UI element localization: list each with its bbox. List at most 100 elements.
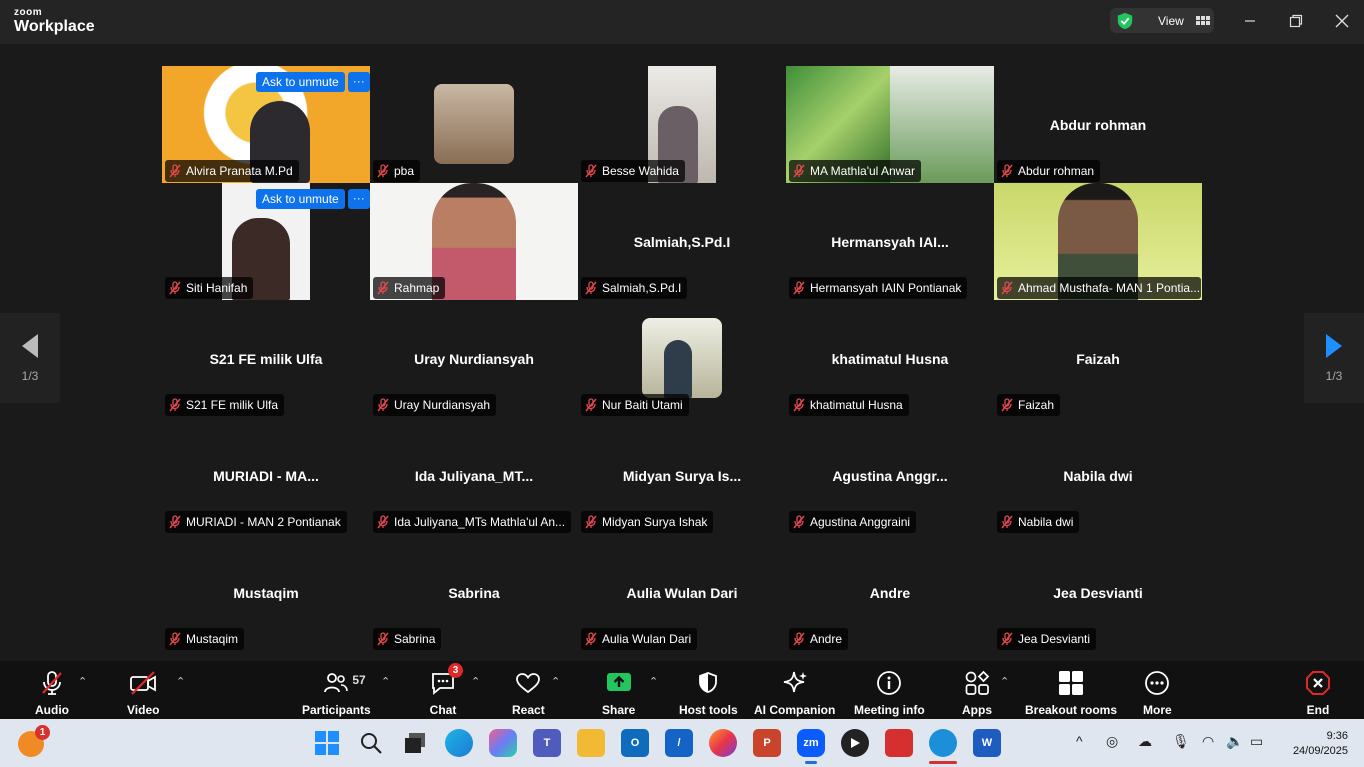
participant-tile[interactable]: Siti Hanifah Ask to unmute ··· [162, 183, 370, 300]
browser-app-icon[interactable] [929, 729, 957, 757]
participant-tile[interactable]: Alvira Pranata M.Pd Ask to unmute ··· [162, 66, 370, 183]
meeting-info-button[interactable]: Meeting info [854, 669, 925, 717]
participant-name: Nabila dwi [1018, 515, 1074, 529]
apps-button[interactable]: Apps [962, 669, 992, 717]
participant-tile[interactable]: Salmiah,S.Pd.I Salmiah,S.Pd.I [578, 183, 786, 300]
view-button[interactable]: View [1110, 8, 1214, 33]
participant-name: Siti Hanifah [186, 281, 248, 295]
participant-tile[interactable]: Rahmap [370, 183, 578, 300]
more-button[interactable]: More [1143, 669, 1172, 717]
video-button[interactable]: Video [127, 669, 159, 717]
video-label: Video [127, 703, 160, 717]
show-hidden-icons-chevron-icon[interactable]: ^ [1076, 733, 1083, 749]
participant-tile[interactable]: Nur Baiti Utami [578, 300, 786, 417]
cloud-icon[interactable]: ☁ [1138, 733, 1152, 750]
microphone-icon[interactable]: 🎙 [1172, 733, 1190, 750]
muted-mic-icon [793, 164, 805, 178]
participant-tile[interactable]: Sabrina Sabrina [370, 534, 578, 651]
volume-icon[interactable]: 🔈 [1226, 733, 1243, 750]
close-icon[interactable] [1331, 10, 1353, 32]
zoom-taskbar-icon[interactable]: zm [797, 729, 825, 757]
file-explorer-icon[interactable] [577, 729, 605, 757]
participant-tile[interactable]: Uray Nurdiansyah Uray Nurdiansyah [370, 300, 578, 417]
participant-tile[interactable]: MA Mathla'ul Anwar [786, 66, 994, 183]
participant-name: Besse Wahida [602, 164, 679, 178]
participant-name-tag: Nur Baiti Utami [581, 394, 689, 416]
participant-tile[interactable]: Ahmad Musthafa- MAN 1 Pontia... [994, 183, 1202, 300]
title-bar: zoom Workplace View [0, 0, 1364, 44]
widgets-icon[interactable]: 1 [18, 725, 50, 757]
participant-tile[interactable]: Jea Desvianti Jea Desvianti [994, 534, 1202, 651]
chat-button[interactable]: 3 Chat [429, 663, 463, 717]
start-menu-icon[interactable] [313, 729, 341, 757]
breakout-rooms-button[interactable]: Breakout rooms [1025, 669, 1117, 717]
host-tools-button[interactable]: Host tools [679, 669, 738, 717]
participant-name: Salmiah,S.Pd.I [602, 281, 682, 295]
battery-icon[interactable]: ▭ [1250, 733, 1263, 750]
participant-tile[interactable]: S21 FE milik Ulfa S21 FE milik Ulfa [162, 300, 370, 417]
breakout-rooms-icon [1059, 671, 1084, 695]
participant-display-name: Nabila dwi [1063, 467, 1133, 484]
participant-tile[interactable]: Mustaqim Mustaqim [162, 534, 370, 651]
search-icon[interactable] [357, 729, 385, 757]
participant-display-name: Abdur rohman [1049, 116, 1147, 133]
arrow-right-icon [1326, 334, 1342, 358]
participants-button[interactable]: 57 Participants [302, 669, 371, 717]
share-options-chevron-icon[interactable]: ⌃ [649, 675, 658, 688]
participant-name: pba [394, 164, 415, 178]
participant-tile[interactable]: Hermansyah IAI... Hermansyah IAIN Pontian… [786, 183, 994, 300]
app-icon[interactable]: / [665, 729, 693, 757]
audio-button[interactable]: Audio [35, 669, 69, 717]
video-options-chevron-icon[interactable]: ⌃ [176, 675, 185, 688]
recorder-icon[interactable] [885, 729, 913, 757]
ask-to-unmute-button[interactable]: Ask to unmute [256, 72, 345, 92]
end-meeting-button[interactable]: End [1304, 669, 1332, 717]
chat-options-chevron-icon[interactable]: ⌃ [471, 675, 480, 688]
tile-more-options-button[interactable]: ··· [347, 72, 370, 92]
participant-tile[interactable]: Ida Juliyana_MT... Ida Juliyana_MTs Mathl… [370, 417, 578, 534]
taskbar-clock[interactable]: 9:36 24/09/2025 [1284, 729, 1348, 759]
participant-tile[interactable]: Besse Wahida [578, 66, 786, 183]
participant-tile[interactable]: MURIADI - MA... MURIADI - MAN 2 Pontianak [162, 417, 370, 534]
audio-options-chevron-icon[interactable]: ⌃ [78, 675, 87, 688]
next-page-button[interactable]: 1/3 [1304, 313, 1364, 403]
previous-page-button[interactable]: 1/3 [0, 313, 60, 403]
firefox-icon[interactable] [709, 729, 737, 757]
copilot-icon[interactable] [489, 729, 517, 757]
participant-name-tag: Sabrina [373, 628, 442, 650]
tile-more-options-button[interactable]: ··· [347, 189, 370, 209]
edge-browser-icon[interactable] [445, 729, 473, 757]
react-options-chevron-icon[interactable]: ⌃ [551, 675, 560, 688]
participant-display-name: Faizah [1076, 350, 1120, 367]
minimize-icon[interactable] [1239, 10, 1261, 32]
participant-tile[interactable]: khatimatul Husna khatimatul Husna [786, 300, 994, 417]
word-icon[interactable]: W [973, 729, 1001, 757]
participant-tile[interactable]: Agustina Anggr... Agustina Anggraini [786, 417, 994, 534]
media-player-icon[interactable] [841, 729, 869, 757]
ai-companion-button[interactable]: AI Companion [754, 669, 835, 717]
outlook-icon[interactable]: O [621, 729, 649, 757]
ask-to-unmute-button[interactable]: Ask to unmute [256, 189, 345, 209]
participant-tile[interactable]: Midyan Surya Is... Midyan Surya Ishak [578, 417, 786, 534]
apps-label: Apps [962, 703, 992, 717]
participant-tile[interactable]: Andre Andre [786, 534, 994, 651]
participant-name: Midyan Surya Ishak [602, 515, 708, 529]
participant-tile[interactable]: Aulia Wulan Dari Aulia Wulan Dari [578, 534, 786, 651]
participant-display-name: MURIADI - MA... [213, 467, 319, 484]
task-view-icon[interactable] [401, 729, 429, 757]
wifi-icon[interactable]: ◠ [1202, 733, 1214, 750]
restore-icon[interactable] [1285, 10, 1307, 32]
share-button[interactable]: Share [602, 669, 635, 717]
participants-options-chevron-icon[interactable]: ⌃ [381, 675, 390, 688]
participant-tile[interactable]: Abdur rohman Abdur rohman [994, 66, 1202, 183]
participant-tile[interactable]: Faizah Faizah [994, 300, 1202, 417]
participant-tile[interactable]: Nabila dwi Nabila dwi [994, 417, 1202, 534]
participant-tile[interactable]: pba [370, 66, 578, 183]
teams-icon[interactable]: T [533, 729, 561, 757]
react-button[interactable]: React [512, 669, 545, 717]
apps-options-chevron-icon[interactable]: ⌃ [1000, 675, 1009, 688]
system-tray-app-icon[interactable]: ◎ [1106, 733, 1118, 750]
participant-name-tag: Salmiah,S.Pd.I [581, 277, 688, 299]
muted-mic-icon [169, 281, 181, 295]
powerpoint-icon[interactable]: P [753, 729, 781, 757]
